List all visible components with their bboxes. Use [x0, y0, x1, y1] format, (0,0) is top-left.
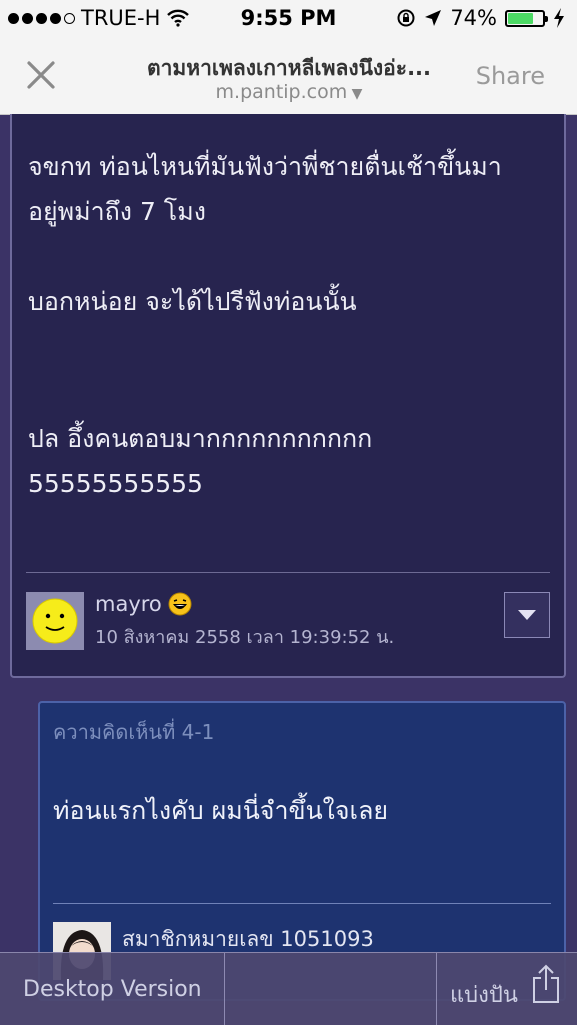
- desktop-version-button[interactable]: Desktop Version: [23, 977, 202, 1002]
- reply-number: ความคิดเห็นที่ 4-1: [53, 720, 215, 744]
- status-bar: TRUE-H 9:55 PM 74%: [0, 0, 577, 38]
- battery-percent: 74%: [450, 6, 497, 30]
- bottom-toolbar: Desktop Version แบ่งปัน: [0, 952, 577, 1025]
- comment-divider: [26, 572, 550, 573]
- comment-line: จขกท ท่อนไหนที่มันฟังว่าพี่ชายตื่นเช้าขึ…: [28, 152, 502, 181]
- battery-icon: [505, 9, 548, 27]
- comment-menu-button[interactable]: [504, 592, 550, 638]
- comment-line: อยู่พม่าถึง 7 โมง: [28, 197, 206, 226]
- comment-line: ปล อึ้งคนตอบมากกกกกกกกกกก: [28, 424, 373, 453]
- comment-line: บอกหน่อย จะได้ไปรีฟังท่อนนั้น: [28, 287, 357, 316]
- status-right: 74%: [396, 6, 565, 30]
- caret-down-icon: [518, 610, 536, 620]
- author-name[interactable]: mayro: [95, 592, 162, 616]
- comment-body: จขกท ท่อนไหนที่มันฟังว่าพี่ชายตื่นเช้าขึ…: [28, 144, 548, 506]
- share-page-button[interactable]: แบ่งปัน: [450, 977, 518, 1012]
- comment-line: 55555555555: [28, 469, 203, 498]
- page-domain[interactable]: m.pantip.com ▼: [110, 81, 468, 103]
- chevron-down-icon: ▼: [347, 86, 363, 102]
- toolbar-divider: [436, 953, 437, 1025]
- location-arrow-icon: [425, 10, 442, 26]
- avatar[interactable]: [26, 592, 84, 650]
- comment-date: 10 สิงหาคม 2558 เวลา 19:39:52 น.: [95, 627, 395, 648]
- domain-text: m.pantip.com: [215, 81, 348, 103]
- reply-divider: [53, 903, 551, 904]
- comment-author: mayro: [95, 592, 192, 616]
- charging-bolt-icon: [554, 8, 564, 28]
- battery-level: [508, 12, 534, 24]
- comment-card: จขกท ท่อนไหนที่มันฟังว่าพี่ชายตื่นเช้าขึ…: [10, 114, 566, 678]
- smiley-avatar-icon: [32, 598, 78, 644]
- rotation-lock-icon: [397, 9, 415, 27]
- toolbar-divider: [224, 953, 225, 1025]
- close-icon[interactable]: [24, 58, 58, 92]
- share-icon[interactable]: [531, 964, 561, 1004]
- browser-nav-bar: ตามหาเพลงเกาหลีเพลงนึงอ่ะ... m.pantip.co…: [0, 38, 577, 115]
- laughing-emoji-icon: [168, 592, 192, 616]
- share-button[interactable]: Share: [476, 62, 545, 90]
- reply-body: ท่อนแรกไงคับ ผมนี่จำขึ้นใจเลย: [53, 796, 389, 825]
